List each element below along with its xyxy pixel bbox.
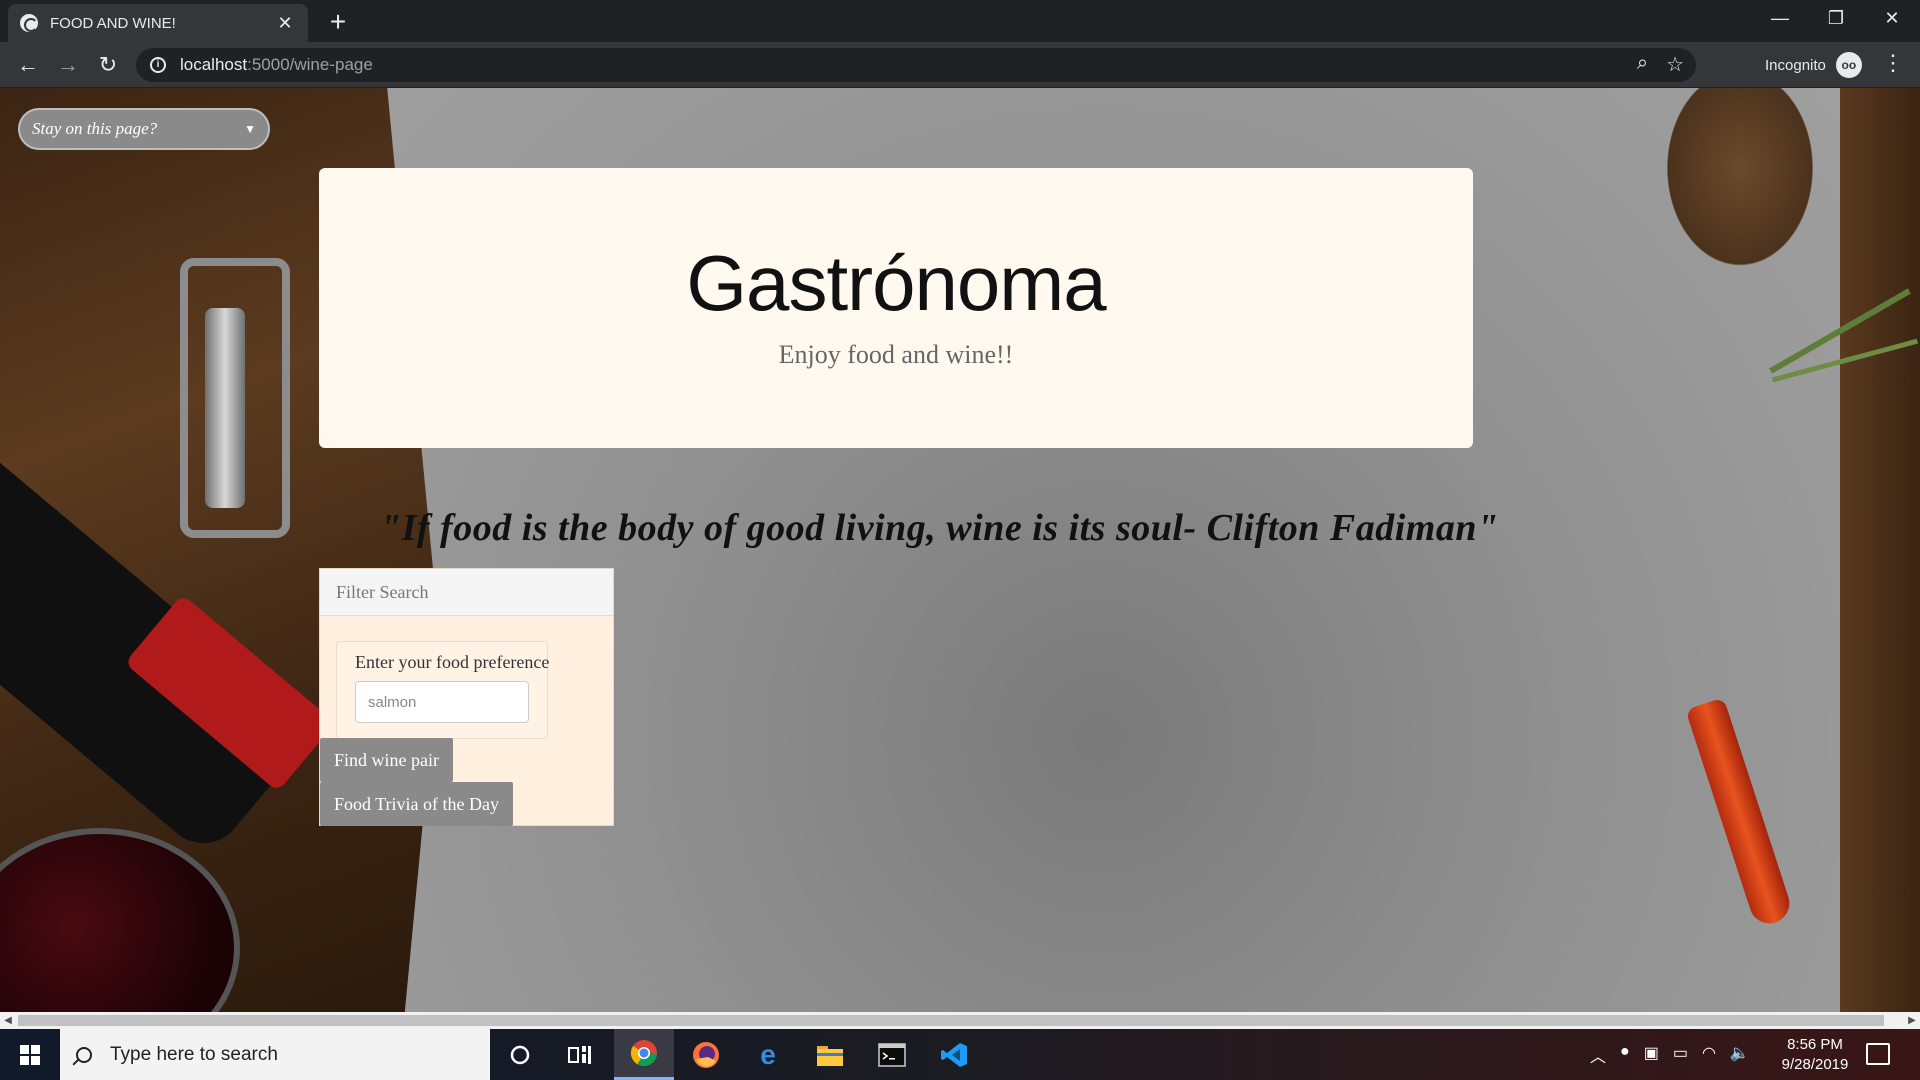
bookmark-star-icon[interactable]: ☆ — [1666, 52, 1684, 77]
show-hidden-icons-icon[interactable]: ︿ — [1590, 1043, 1606, 1067]
food-trivia-button[interactable]: Food Trivia of the Day — [320, 782, 514, 826]
corkscrew-core-image — [205, 308, 245, 508]
address-bar[interactable]: i localhost :5000/wine-page ⌕ ☆ — [136, 48, 1696, 82]
chevron-down-icon: ▼ — [244, 121, 256, 136]
wifi-icon[interactable]: ◠ — [1702, 1043, 1716, 1067]
chili-pepper-image — [1685, 697, 1795, 929]
search-icon — [76, 1046, 92, 1063]
browser-tab[interactable]: FOOD AND WINE! ✕ — [8, 4, 308, 42]
filter-heading: Filter Search — [320, 569, 613, 616]
terminal-taskbar-icon[interactable] — [862, 1029, 922, 1080]
hero-banner: Gastrónoma Enjoy food and wine!! — [319, 168, 1473, 448]
chrome-taskbar-icon[interactable] — [614, 1029, 674, 1080]
task-view-icon[interactable] — [550, 1029, 610, 1080]
tab-strip: FOOD AND WINE! ✕ + — ❐ ✕ — [0, 0, 1920, 42]
page-viewport: Stay on this page? ▼ Gastrónoma Enjoy fo… — [0, 88, 1920, 1012]
stay-select-value: Stay on this page? — [32, 119, 158, 138]
scroll-right-icon[interactable]: ▶ — [1904, 1013, 1920, 1028]
scrollbar-thumb[interactable] — [18, 1015, 1884, 1026]
system-tray: ︿ ● ▣ ▭ ◠ 🔈 — [1590, 1043, 1750, 1067]
incognito-label: Incognito — [1765, 56, 1826, 74]
vscode-taskbar-icon[interactable] — [924, 1029, 984, 1080]
clock-date: 9/28/2019 — [1781, 1056, 1849, 1073]
battery-icon[interactable]: ▭ — [1673, 1043, 1688, 1067]
minimize-button[interactable]: — — [1752, 0, 1808, 38]
page-subtitle: Enjoy food and wine!! — [778, 340, 1014, 369]
preference-form: Enter your food preference — [336, 641, 550, 739]
edge-taskbar-icon[interactable]: e — [738, 1029, 798, 1080]
incognito-icon: oo — [1835, 52, 1862, 78]
close-window-button[interactable]: ✕ — [1864, 0, 1920, 38]
volume-icon[interactable]: 🔈 — [1730, 1043, 1750, 1067]
reload-button[interactable]: ↻ — [92, 50, 124, 82]
start-button[interactable] — [0, 1029, 60, 1080]
forward-button[interactable]: → — [52, 50, 84, 82]
security-icon[interactable]: ▣ — [1644, 1043, 1659, 1067]
svg-text:e: e — [760, 1041, 776, 1069]
back-button[interactable]: ← — [12, 50, 44, 82]
incognito-indicator[interactable]: Incognito oo — [1765, 52, 1862, 78]
close-tab-icon[interactable]: ✕ — [274, 13, 296, 34]
zoom-icon[interactable]: ⌕ — [1637, 52, 1648, 77]
page-title: Gastrónoma — [686, 239, 1106, 327]
filter-panel: Filter Search Enter your food preference… — [319, 568, 614, 826]
find-wine-pair-button[interactable]: Find wine pair — [320, 738, 453, 782]
info-icon[interactable]: i — [150, 57, 166, 73]
notification-icon[interactable] — [1866, 1043, 1890, 1065]
stay-on-page-select[interactable]: Stay on this page? ▼ — [18, 108, 270, 150]
taskbar-search[interactable]: Type here to search — [60, 1029, 490, 1080]
food-preference-input[interactable] — [355, 681, 529, 723]
browser-toolbar: ← → ↻ i localhost :5000/wine-page ⌕ ☆ In… — [0, 42, 1920, 88]
preference-label: Enter your food preference — [355, 652, 550, 672]
taskbar-clock[interactable]: 8:56 PM 9/28/2019 — [1770, 1035, 1860, 1075]
firefox-taskbar-icon[interactable] — [676, 1029, 736, 1080]
antivirus-icon[interactable]: ● — [1620, 1043, 1630, 1067]
clock-time: 8:56 PM — [1787, 1036, 1843, 1053]
scroll-left-icon[interactable]: ◀ — [0, 1013, 16, 1028]
browser-menu-icon[interactable]: ⋮ — [1882, 50, 1904, 76]
new-tab-button[interactable]: + — [322, 6, 354, 38]
file-explorer-taskbar-icon[interactable] — [800, 1029, 860, 1080]
windows-logo-icon — [20, 1044, 40, 1065]
horizontal-scrollbar[interactable]: ◀ ▶ — [0, 1012, 1920, 1029]
tab-title: FOOD AND WINE! — [50, 14, 176, 32]
url-path: :5000/wine-page — [247, 55, 373, 74]
url-host: localhost — [180, 55, 248, 74]
search-placeholder: Type here to search — [110, 1043, 278, 1065]
globe-icon — [20, 14, 38, 32]
cortana-icon[interactable] — [490, 1029, 550, 1080]
restore-button[interactable]: ❐ — [1808, 0, 1864, 38]
taskbar: Type here to search e ︿ ● ▣ ▭ ◠ 🔈 8:56 P… — [0, 1029, 1920, 1080]
quote-text: "If food is the body of good living, win… — [380, 507, 1499, 549]
